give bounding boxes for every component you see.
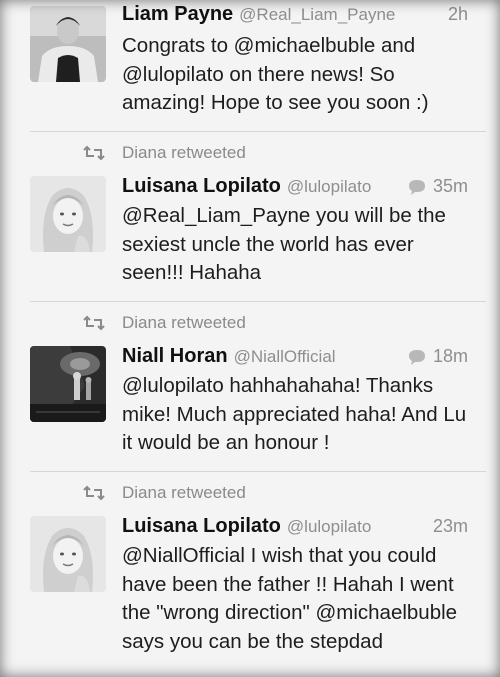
- liam-avatar[interactable]: [30, 6, 106, 82]
- tweet-author-handle[interactable]: @lulopilato: [287, 177, 371, 196]
- tweet-author-handle[interactable]: @NiallOfficial: [234, 347, 336, 366]
- retweeted-by-label: Diana retweeted: [122, 313, 246, 332]
- retweet-context: Diana retweeted: [82, 482, 246, 504]
- tweet-author-handle[interactable]: @lulopilato: [287, 517, 371, 536]
- tweet-text: @Real_Liam_Payne you will be the sexiest…: [122, 204, 446, 284]
- timeline: Liam Payne @Real_Liam_Payne 2h Congrats t…: [0, 0, 500, 677]
- tweet-timestamp[interactable]: 35m: [433, 176, 468, 197]
- tweet-timestamp[interactable]: 18m: [433, 346, 468, 367]
- tweet-author-name[interactable]: Liam Payne: [122, 3, 233, 25]
- conversation-icon: [408, 179, 425, 195]
- luisana-avatar[interactable]: [30, 176, 106, 252]
- tweet-timestamp[interactable]: 2h: [448, 4, 468, 25]
- conversation-icon: [408, 349, 425, 365]
- tweet-timestamp[interactable]: 23m: [433, 516, 468, 537]
- tweet-author-handle[interactable]: @Real_Liam_Payne: [239, 5, 395, 24]
- retweeted-by-label: Diana retweeted: [122, 483, 246, 502]
- retweet-context: Diana retweeted: [82, 312, 246, 334]
- retweet-context: Diana retweeted: [82, 142, 246, 164]
- tweet-item[interactable]: Liam Payne @Real_Liam_Payne 2h Congrats t…: [0, 0, 500, 130]
- tweet-item[interactable]: Diana retweeted Luisana Lopilato @lulopil…: [0, 132, 500, 300]
- luisana-avatar[interactable]: [30, 516, 106, 592]
- retweet-icon: [83, 315, 105, 331]
- retweet-icon: [83, 485, 105, 501]
- tweet-item[interactable]: Diana retweeted Niall Horan @NiallOfficia…: [0, 302, 500, 470]
- tweet-author-name[interactable]: Luisana Lopilato: [122, 515, 281, 537]
- tweet-text: Congrats to @michaelbuble and @lulopilat…: [122, 34, 429, 114]
- tweet-text: @lulopilato hahhahahaha! Thanks mike! Mu…: [122, 374, 467, 454]
- tweet-text: @NiallOfficial I wish that you could hav…: [122, 544, 458, 653]
- tweet-item[interactable]: Diana retweeted Luisana Lopilato @lulopil…: [0, 472, 500, 677]
- niall-avatar[interactable]: [30, 346, 106, 422]
- tweet-author-name[interactable]: Niall Horan: [122, 345, 228, 367]
- retweet-icon: [83, 145, 105, 161]
- tweet-author-name[interactable]: Luisana Lopilato: [122, 175, 281, 197]
- retweeted-by-label: Diana retweeted: [122, 143, 246, 162]
